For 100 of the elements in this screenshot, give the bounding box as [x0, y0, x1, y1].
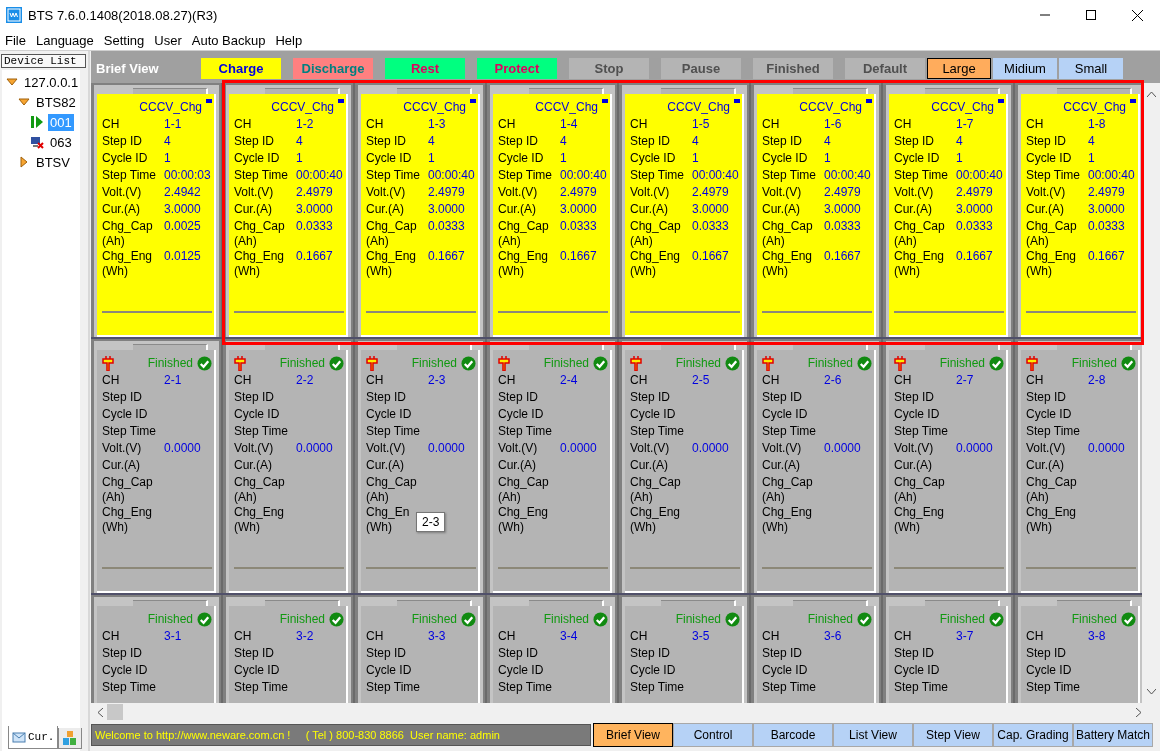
field-value: 0.0000 [428, 441, 466, 456]
scroll-thumb[interactable] [107, 704, 123, 720]
menu-item[interactable]: User [149, 32, 187, 48]
channel-status: Finished [1071, 612, 1117, 626]
channel-card[interactable]: CCCV_Chg CH 1-4 Step ID 4 Cycle ID 1 Step Time 00:00:40 Volt.(V) 2.4979 Cur.(A) 3.0000 Chg_Cap (Ah) 0.0333 Chg_Eng (Wh) 0.1667 [493, 94, 612, 337]
channel-card[interactable]: Finished CH 2-5 Step ID Cycle ID Step Time Volt.(V) 0.0000 Cur.(A) Chg_Cap (Ah) Chg_Eng (Wh) [625, 350, 744, 593]
channel-card[interactable]: CCCV_Chg CH 1-8 Step ID 4 Cycle ID 1 Step Time 00:00:40 Volt.(V) 2.4979 Cur.(A) 3.0000 Chg_Cap (Ah) 0.0333 Chg_Eng (Wh) 0.1667 [1021, 94, 1140, 337]
field-label: Cur.(A) [894, 458, 932, 473]
legend-button[interactable]: Pause [661, 57, 741, 79]
channel-card[interactable]: Finished CH 3-8 Step ID Cycle ID Step Time [1021, 606, 1140, 703]
field-label: Step ID [630, 134, 671, 149]
channel-card[interactable]: Finished CH 3-3 Step ID Cycle ID Step Time [361, 606, 480, 703]
legend-button[interactable]: Stop [569, 57, 649, 79]
channel-card[interactable]: Finished CH 2-1 Step ID Cycle ID Step Time Volt.(V) 0.0000 Cur.(A) Chg_Cap (Ah) Chg_Eng (Wh) [97, 350, 216, 593]
scroll-down-icon[interactable] [1146, 689, 1156, 695]
channel-card[interactable]: Finished CH 3-4 Step ID Cycle ID Step Time [493, 606, 612, 703]
channel-card[interactable]: CCCV_Chg CH 1-7 Step ID 4 Cycle ID 1 Step Time 00:00:40 Volt.(V) 2.4979 Cur.(A) 3.0000 Chg_Cap (Ah) 0.0333 Chg_Eng (Wh) 0.1667 [889, 94, 1008, 337]
channel-card[interactable]: CCCV_Chg CH 1-5 Step ID 4 Cycle ID 1 Step Time 00:00:40 Volt.(V) 2.4979 Cur.(A) 3.0000 Chg_Cap (Ah) 0.0333 Chg_Eng (Wh) 0.1667 [625, 94, 744, 337]
field-value: 1 [164, 151, 172, 166]
field-value: 4 [692, 134, 700, 149]
channel-card[interactable]: Finished CH 2-7 Step ID Cycle ID Step Time Volt.(V) 0.0000 Cur.(A) Chg_Cap (Ah) Chg_Eng (Wh) [889, 350, 1008, 593]
device-node[interactable]: 063 [48, 133, 74, 151]
field-label: Chg_Cap (Ah) [762, 475, 813, 505]
field-label: Cur.(A) [762, 202, 800, 217]
device-node[interactable]: 127.0.0.1 [22, 73, 81, 91]
field-label: Cycle ID [366, 407, 412, 422]
legend-button[interactable]: Charge [201, 57, 281, 79]
step-mode: CCCV_Chg [931, 100, 994, 114]
channel-status: Finished [939, 356, 985, 370]
channel-card[interactable]: Finished CH 2-2 Step ID Cycle ID Step Time Volt.(V) 0.0000 Cur.(A) Chg_Cap (Ah) Chg_Eng (Wh) [229, 350, 348, 593]
menu-item[interactable]: File [0, 32, 31, 48]
channel-card[interactable]: CCCV_Chg CH 1-3 Step ID 4 Cycle ID 1 Step Time 00:00:40 Volt.(V) 2.4979 Cur.(A) 3.0000 Chg_Cap (Ah) 0.0333 Chg_Eng (Wh) 0.1667 [361, 94, 480, 337]
size-button[interactable]: Midium [993, 57, 1057, 79]
check-circle-icon [593, 355, 608, 371]
device-node[interactable]: BTSV [34, 153, 72, 171]
step-mode: CCCV_Chg [535, 100, 598, 114]
legend-button[interactable]: Protect [477, 57, 557, 79]
field-value: 2-2 [296, 373, 315, 388]
field-label: Cycle ID [498, 407, 544, 422]
check-circle-icon [461, 611, 476, 627]
panel-tab[interactable] [58, 728, 83, 749]
field-label: Volt.(V) [762, 441, 802, 456]
view-tab[interactable]: Step View [913, 723, 993, 747]
panel-tab[interactable]: Cur. [8, 726, 59, 749]
device-node[interactable]: BTS82 [34, 93, 78, 111]
field-label: Step Time [1026, 680, 1081, 695]
field-value: 00:00:03 [164, 168, 212, 183]
channel-status: Finished [1071, 356, 1117, 370]
field-label: Chg_Cap (Ah) [498, 475, 549, 505]
expanded-arrow-icon[interactable] [18, 96, 30, 108]
scroll-left-icon[interactable] [97, 707, 103, 717]
channel-card[interactable]: Finished CH 3-1 Step ID Cycle ID Step Time [97, 606, 216, 703]
channel-card[interactable]: Finished CH 3-2 Step ID Cycle ID Step Time [229, 606, 348, 703]
scroll-up-icon[interactable] [1146, 91, 1156, 97]
channel-card[interactable]: Finished CH 3-7 Step ID Cycle ID Step Time [889, 606, 1008, 703]
collapsed-arrow-icon[interactable] [18, 156, 30, 168]
size-button[interactable]: Small [1059, 57, 1123, 79]
check-circle-icon [989, 611, 1004, 627]
channel-card[interactable]: CCCV_Chg CH 1-2 Step ID 4 Cycle ID 1 Step Time 00:00:40 Volt.(V) 2.4979 Cur.(A) 3.0000 Chg_Cap (Ah) 0.0333 Chg_Eng (Wh) 0.1667 [229, 94, 348, 337]
channel-card[interactable]: Finished CH 2-4 Step ID Cycle ID Step Time Volt.(V) 0.0000 Cur.(A) Chg_Cap (Ah) Chg_Eng (Wh) [493, 350, 612, 593]
view-tab[interactable]: Brief View [593, 723, 673, 747]
channel-card[interactable]: Finished CH 2-6 Step ID Cycle ID Step Time Volt.(V) 0.0000 Cur.(A) Chg_Cap (Ah) Chg_Eng (Wh) [757, 350, 876, 593]
expanded-arrow-icon[interactable] [6, 76, 18, 88]
field-label: CH [234, 629, 252, 644]
field-label: Step Time [630, 168, 685, 183]
field-label: Chg_Eng (Wh) [234, 249, 285, 279]
field-label: Chg_Eng (Wh) [234, 505, 285, 535]
view-tab[interactable]: Battery Match [1073, 723, 1153, 747]
field-value: 3-4 [560, 629, 579, 644]
menu-item[interactable]: Help [270, 32, 308, 48]
view-tab[interactable]: Control [673, 723, 753, 747]
field-label: Chg_Cap (Ah) [762, 219, 813, 249]
field-value: 0.1667 [1088, 249, 1126, 264]
menu-item[interactable]: Auto Backup [186, 32, 271, 48]
field-value: 0.0000 [956, 441, 994, 456]
field-value: 1-3 [428, 117, 447, 132]
scroll-right-icon[interactable] [1136, 707, 1142, 717]
legend-button[interactable]: Finished [753, 57, 833, 79]
menu-item[interactable]: Setting [98, 32, 150, 48]
field-label: CH [498, 117, 516, 132]
field-label: Chg_Eng (Wh) [630, 249, 681, 279]
channel-card[interactable]: Finished CH 3-6 Step ID Cycle ID Step Time [757, 606, 876, 703]
field-label: Step Time [102, 168, 157, 183]
field-label: Chg_Cap (Ah) [366, 219, 417, 249]
field-label: Step Time [366, 680, 421, 695]
channel-card[interactable]: CCCV_Chg CH 1-1 Step ID 4 Cycle ID 1 Step Time 00:00:03 Volt.(V) 2.4942 Cur.(A) 3.0000 Chg_Cap (Ah) 0.0025 Chg_Eng (Wh) 0.0125 [97, 94, 216, 337]
view-tab[interactable]: Barcode [753, 723, 833, 747]
menu-item[interactable]: Language [30, 32, 99, 48]
field-label: Chg_Eng (Wh) [762, 249, 813, 279]
view-tab[interactable]: Cap. Grading [993, 723, 1073, 747]
size-button[interactable]: Large [927, 57, 991, 79]
channel-card[interactable]: Finished CH 3-5 Step ID Cycle ID Step Time [625, 606, 744, 703]
view-tab[interactable]: List View [833, 723, 913, 747]
channel-card[interactable]: CCCV_Chg CH 1-6 Step ID 4 Cycle ID 1 Step Time 00:00:40 Volt.(V) 2.4979 Cur.(A) 3.0000 Chg_Cap (Ah) 0.0333 Chg_Eng (Wh) 0.1667 [757, 94, 876, 337]
field-label: Step Time [102, 424, 157, 439]
field-value: 0.0000 [560, 441, 598, 456]
legend-button[interactable]: Rest [385, 57, 465, 79]
legend-button[interactable]: Default [845, 57, 925, 79]
channel-card[interactable]: Finished CH 2-8 Step ID Cycle ID Step Time Volt.(V) 0.0000 Cur.(A) Chg_Cap (Ah) Chg_Eng (Wh) [1021, 350, 1140, 593]
field-label: Step Time [498, 168, 553, 183]
